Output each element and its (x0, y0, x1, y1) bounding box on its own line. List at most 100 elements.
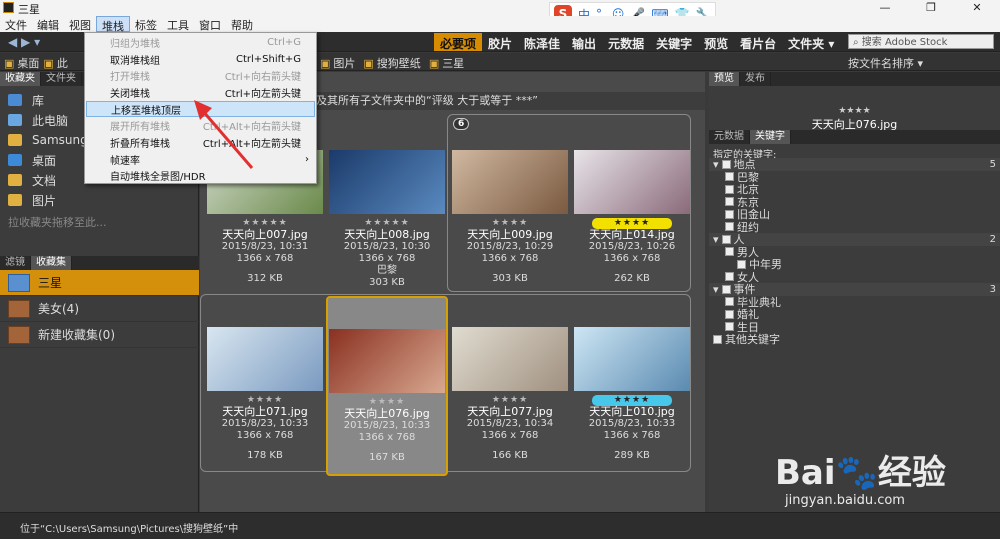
keyword-checkbox[interactable] (721, 284, 731, 294)
tab-keywords[interactable]: 关键字 (750, 130, 791, 144)
stack-menu-item[interactable]: 取消堆栈组 Ctrl+Shift+G (86, 51, 315, 68)
collection-icon (8, 299, 30, 318)
keyword-row[interactable]: 纽约 (709, 221, 1000, 234)
keyword-checkbox[interactable] (737, 259, 746, 269)
thumbnail-size: 262 KB (614, 273, 650, 284)
workspace-lighttable[interactable]: 看片台 (734, 33, 782, 51)
thumbnail-image[interactable] (329, 150, 445, 214)
keyword-checkbox[interactable] (721, 234, 731, 244)
menu-item-label: 折叠所有堆栈 (110, 138, 170, 150)
close-button[interactable]: ✕ (954, 0, 1000, 16)
thumbnail-date: 2015/8/23, 10:33 (221, 418, 309, 429)
thumbnail-image[interactable] (574, 150, 690, 214)
thumbnail-card[interactable]: ★★★★ 天天向上010.jpg 2015/8/23, 10:33 1366 x 76… (571, 296, 693, 476)
thumbnail-size: 312 KB (247, 273, 283, 284)
keyword-checkbox[interactable] (713, 334, 722, 344)
collection-label: 三星 (38, 276, 63, 290)
menu-label[interactable]: 标签 (130, 16, 162, 32)
menu-tools[interactable]: 工具 (162, 16, 194, 32)
collection-label: 新建收藏集(0) (38, 328, 115, 342)
keyword-checkbox[interactable] (725, 222, 734, 232)
tab-collections[interactable]: 收藏集 (31, 256, 72, 270)
workspace-folders[interactable]: 文件夹 (782, 33, 840, 51)
expand-arrow-icon[interactable]: ▾ (713, 158, 719, 171)
keyword-checkbox[interactable] (725, 272, 734, 282)
menu-item-label: 打开堆栈 (110, 72, 150, 84)
workspace-essentials[interactable]: 必要项 (434, 33, 483, 51)
thumbnail-size: 303 KB (492, 273, 528, 284)
thumbnail-image[interactable] (452, 150, 568, 214)
menu-file[interactable]: 文件 (0, 16, 32, 32)
crumb-sogou[interactable]: 搜狗壁纸 (363, 55, 421, 71)
thumbnail-image[interactable] (574, 327, 690, 391)
thumbnail-name: 天天向上010.jpg (589, 405, 675, 418)
thumbnail-card[interactable]: ★★★★ 天天向上009.jpg 2015/8/23, 10:29 1366 x 76… (449, 116, 571, 296)
menu-window[interactable]: 窗口 (194, 16, 226, 32)
keyword-checkbox[interactable] (725, 197, 734, 207)
menu-bar: 文件 编辑 视图 堆栈 标签 工具 窗口 帮助 (0, 16, 1000, 33)
back-forward-icon[interactable]: ◀ ▶ ▾ (8, 35, 40, 49)
thumbnail-card[interactable]: ★★★★ 天天向上071.jpg 2015/8/23, 10:33 1366 x 76… (204, 296, 326, 476)
tab-publish[interactable]: 发布 (740, 72, 771, 86)
keyword-checkbox[interactable] (725, 309, 734, 319)
crumb-pictures[interactable]: 图片 (320, 55, 355, 71)
crumb-samsung[interactable]: 三星 (429, 55, 464, 71)
keyword-checkbox[interactable] (725, 247, 734, 257)
sort-dropdown[interactable]: 按文件名排序 (848, 55, 923, 71)
keyword-list: ▾ 地点 5 巴黎 北京 东京 旧金山 纽约 ▾ 人 2 男人 中年男 女人 ▾ 事件 3 毕业典礼 婚礼 生日 其他关… (709, 158, 1000, 346)
workspace-preview[interactable]: 预览 (698, 33, 734, 51)
workspace-output[interactable]: 输出 (566, 33, 602, 51)
favorite-item[interactable]: 图片 (0, 190, 198, 210)
thumbnail-card[interactable]: ★★★★ 天天向上076.jpg 2015/8/23, 10:33 1366 x 76… (326, 296, 448, 476)
workspace-filmstrip[interactable]: 胶片 (482, 33, 518, 51)
thumbnail-card[interactable]: ★★★★ 天天向上077.jpg 2015/8/23, 10:34 1366 x 76… (449, 296, 571, 476)
stock-search-input[interactable]: ⌕ 搜索 Adobe Stock (848, 34, 994, 49)
collection-item[interactable]: 美女(4) (0, 296, 199, 322)
annotation-arrow-icon (194, 100, 254, 169)
collections-list: 三星美女(4) 新建收藏集(0) (0, 270, 199, 348)
maximize-button[interactable]: ❐ (908, 0, 954, 16)
right-panel: 预览 发布 ★★★★ 天天向上076.jpg 元数据 关键字 指定的关键字: ▾… (709, 72, 1000, 512)
menu-stack[interactable]: 堆栈 (96, 16, 130, 33)
minimize-button[interactable]: — (862, 0, 908, 16)
keyword-row[interactable]: 其他关键字 (709, 333, 1000, 346)
keyword-checkbox[interactable] (725, 297, 734, 307)
thumbnail-image[interactable] (329, 329, 445, 393)
thumbnail-card[interactable]: ★★★★ 天天向上014.jpg 2015/8/23, 10:26 1366 x 76… (571, 116, 693, 296)
thumbnail-size: 289 KB (614, 450, 650, 461)
keyword-checkbox[interactable] (725, 172, 734, 182)
menu-view[interactable]: 视图 (64, 16, 96, 32)
tab-favorites[interactable]: 收藏夹 (0, 72, 41, 86)
tab-filter[interactable]: 滤镜 (0, 256, 31, 270)
menu-help[interactable]: 帮助 (226, 16, 258, 32)
stack-menu-item[interactable]: 归组为堆栈 Ctrl+G (86, 34, 315, 51)
thumbnail-date: 2015/8/23, 10:30 (343, 241, 431, 252)
thumbnail-card[interactable]: ★★★★★ 天天向上008.jpg 2015/8/23, 10:30 1366 x 7… (326, 116, 448, 296)
keyword-checkbox[interactable] (725, 184, 734, 194)
thumbnail-name: 天天向上009.jpg (467, 228, 553, 241)
thumbnail-dims: 1366 x 768 (358, 432, 416, 443)
workspace-keywords[interactable]: 关键字 (650, 33, 698, 51)
keyword-checkbox[interactable] (725, 322, 734, 332)
crumb-desktop[interactable]: 桌面 (4, 55, 39, 71)
expand-arrow-icon[interactable]: ▾ (713, 283, 719, 296)
keyword-checkbox[interactable] (725, 209, 734, 219)
tab-folders[interactable]: 文件夹 (41, 72, 82, 86)
tab-metadata[interactable]: 元数据 (709, 130, 750, 144)
collection-item[interactable]: 三星 (0, 270, 199, 296)
crumb-this[interactable]: 此 (43, 55, 68, 71)
workspace-metadata[interactable]: 元数据 (602, 33, 650, 51)
thumbnail-image[interactable] (452, 327, 568, 391)
thumbnail-dims: 1366 x 768 (481, 253, 539, 264)
expand-arrow-icon[interactable]: ▾ (713, 233, 719, 246)
keyword-checkbox[interactable] (721, 159, 731, 169)
stack-menu-item[interactable]: 打开堆栈 Ctrl+向右箭头键 (86, 67, 315, 84)
folder-icon (8, 194, 22, 206)
workspace-custom[interactable]: 陈泽佳 (518, 33, 566, 51)
favorite-label: 桌面 (32, 153, 57, 168)
menu-edit[interactable]: 编辑 (32, 16, 64, 32)
thumbnail-image[interactable] (207, 327, 323, 391)
tab-preview[interactable]: 预览 (709, 72, 740, 86)
collection-item[interactable]: 新建收藏集(0) (0, 322, 199, 348)
menu-item-shortcut: Ctrl+G (267, 36, 301, 48)
